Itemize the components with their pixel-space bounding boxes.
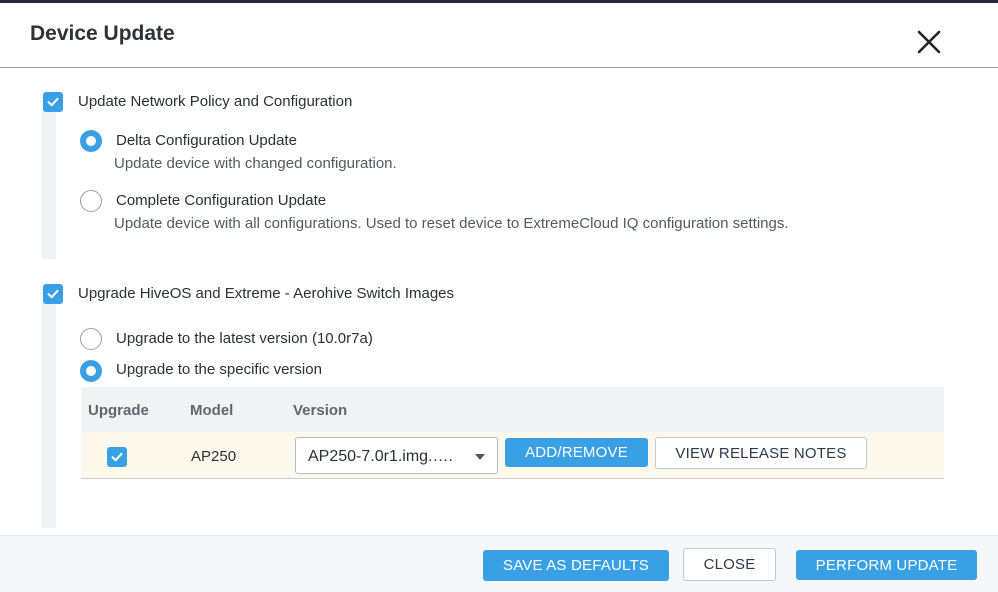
column-header-version: Version [293, 402, 348, 419]
delta-config-label: Delta Configuration Update [116, 132, 297, 149]
section-upgrade-rail [42, 302, 56, 528]
row-model: AP250 [191, 448, 237, 465]
version-select[interactable]: AP250-7.0r1.img.…. [295, 437, 498, 474]
version-select-value: AP250-7.0r1.img.…. [308, 448, 453, 465]
upgrade-specific-radio[interactable] [80, 360, 102, 382]
complete-config-radio[interactable] [80, 190, 102, 212]
delta-config-radio[interactable] [80, 130, 102, 152]
upgrade-table: Upgrade Model Version AP250 AP250-7.0r1.… [81, 387, 944, 479]
add-remove-button[interactable]: ADD/REMOVE [505, 438, 648, 467]
save-as-defaults-button[interactable]: SAVE AS DEFAULTS [483, 550, 669, 581]
perform-update-button[interactable]: PERFORM UPDATE [796, 550, 977, 580]
column-header-model: Model [190, 402, 234, 419]
upgrade-images-checkbox[interactable] [43, 284, 63, 304]
column-header-upgrade: Upgrade [88, 402, 149, 419]
upgrade-latest-label: Upgrade to the latest version (10.0r7a) [116, 330, 373, 347]
view-release-notes-button[interactable]: VIEW RELEASE NOTES [655, 437, 867, 469]
table-header: Upgrade Model Version [81, 387, 944, 432]
section-config-rail [42, 112, 56, 259]
update-config-label: Update Network Policy and Configuration [78, 93, 353, 110]
upgrade-latest-radio[interactable] [80, 328, 102, 350]
complete-config-description: Update device with all configurations. U… [114, 215, 789, 232]
dialog-title: Device Update [30, 22, 175, 45]
close-button[interactable]: CLOSE [683, 548, 776, 581]
dialog-header: Device Update [0, 3, 998, 68]
close-icon[interactable] [914, 27, 944, 57]
row-upgrade-checkbox[interactable] [107, 447, 127, 467]
update-config-checkbox[interactable] [43, 92, 63, 112]
checkmark-icon [47, 289, 59, 299]
table-row: AP250 AP250-7.0r1.img.…. ADD/REMOVE VIEW… [81, 432, 944, 479]
upgrade-specific-label: Upgrade to the specific version [116, 361, 322, 378]
upgrade-images-label: Upgrade HiveOS and Extreme - Aerohive Sw… [78, 285, 455, 302]
complete-config-label: Complete Configuration Update [116, 192, 327, 209]
chevron-down-icon [475, 454, 485, 460]
checkmark-icon [47, 97, 59, 107]
delta-config-description: Update device with changed configuration… [114, 155, 397, 172]
checkmark-icon [111, 452, 123, 462]
